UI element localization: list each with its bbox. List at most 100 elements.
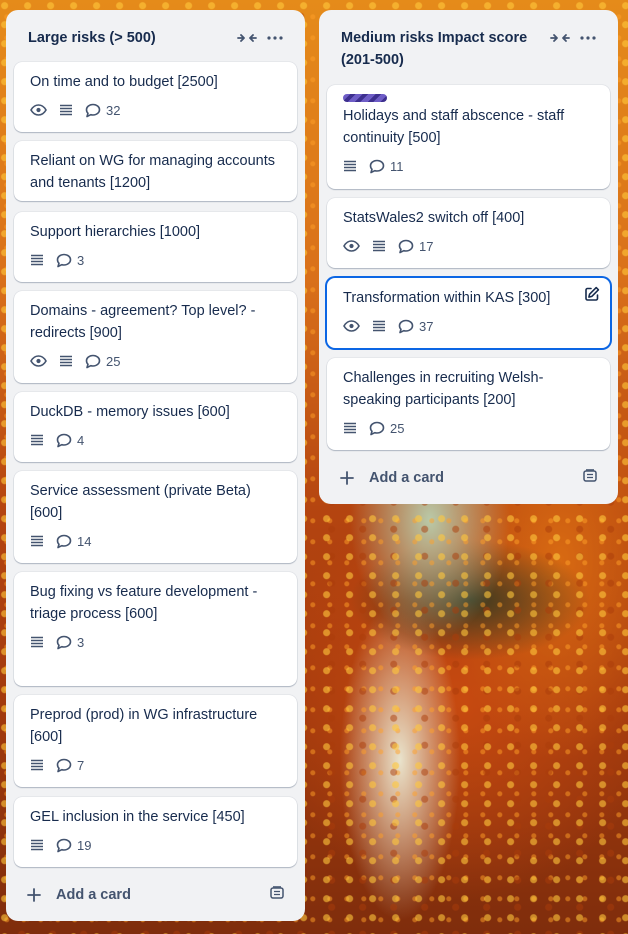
card-badges: 37	[343, 316, 594, 336]
card-badges: 11	[343, 156, 594, 176]
list-menu-icon[interactable]	[261, 24, 289, 52]
list-large-risks: Large risks (> 500) On time and to budge…	[6, 10, 305, 921]
comments-badge: 25	[369, 421, 404, 436]
card[interactable]: Holidays and staff abscence - staff cont…	[327, 85, 610, 189]
card[interactable]: GEL inclusion in the service [450] 19	[14, 797, 297, 867]
card[interactable]: Preprod (prod) in WG infrastructure [600…	[14, 695, 297, 787]
comment-bubble-icon	[56, 253, 72, 267]
comment-bubble-icon	[369, 159, 385, 173]
description-lines-icon	[343, 160, 357, 172]
description-lines-icon	[30, 759, 44, 771]
card-badges: 17	[343, 236, 594, 256]
comments-badge: 17	[398, 239, 433, 254]
card-badges: 19	[30, 835, 281, 855]
card[interactable]: DuckDB - memory issues [600] 4	[14, 392, 297, 462]
card-badges: 25	[30, 351, 281, 371]
comment-bubble-icon	[398, 239, 414, 253]
card[interactable]: Service assessment (private Beta) [600] …	[14, 471, 297, 563]
comment-count: 25	[390, 420, 405, 436]
card-title: Reliant on WG for managing accounts and …	[30, 153, 276, 191]
description-lines-icon	[343, 422, 357, 434]
collapse-list-icon[interactable]	[233, 24, 261, 52]
comments-badge: 37	[398, 319, 433, 334]
card-template-icon[interactable]	[269, 885, 285, 905]
description-lines-icon	[30, 839, 44, 851]
card-title: Bug fixing vs feature development - tria…	[30, 584, 258, 622]
watch-eye-icon	[30, 104, 47, 116]
comment-count: 3	[77, 252, 85, 268]
card[interactable]: Transformation within KAS [300] 37	[327, 278, 610, 348]
comment-count: 4	[77, 432, 85, 448]
comment-count: 19	[77, 837, 92, 853]
card-title: Challenges in recruiting Welsh-speaking …	[343, 370, 544, 408]
card[interactable]: On time and to budget [2500] 32	[14, 62, 297, 132]
comment-count: 25	[106, 353, 121, 369]
add-card-button[interactable]: Add a card	[327, 461, 610, 495]
card-template-icon[interactable]	[582, 468, 598, 488]
comments-badge: 32	[85, 103, 120, 118]
card[interactable]: Reliant on WG for managing accounts and …	[14, 141, 297, 201]
list-header: Medium risks Impact score (201-500)	[319, 10, 618, 71]
card[interactable]: StatsWales2 switch off [400] 17	[327, 198, 610, 268]
comment-bubble-icon	[56, 534, 72, 548]
card-badges: 14	[30, 531, 281, 551]
card-badges: 3	[30, 632, 281, 652]
comment-bubble-icon	[56, 758, 72, 772]
list-menu-icon[interactable]	[574, 24, 602, 52]
card-title: GEL inclusion in the service [450]	[30, 809, 245, 825]
card-badges: 25	[343, 418, 594, 438]
card-badges: 32	[30, 100, 281, 120]
card[interactable]: Domains - agreement? Top level? - redire…	[14, 291, 297, 383]
description-lines-icon	[372, 320, 386, 332]
card-label[interactable]	[343, 94, 387, 102]
board-canvas: Large risks (> 500) On time and to budge…	[0, 0, 628, 934]
description-lines-icon	[30, 636, 44, 648]
comments-badge: 3	[56, 253, 84, 268]
comments-badge: 11	[369, 159, 404, 174]
card-title: Holidays and staff abscence - staff cont…	[343, 108, 565, 146]
comment-bubble-icon	[369, 421, 385, 435]
card-title: Domains - agreement? Top level? - redire…	[30, 303, 256, 341]
list-title[interactable]: Medium risks Impact score (201-500)	[341, 27, 546, 71]
comment-count: 11	[390, 158, 404, 174]
comments-badge: 25	[85, 354, 120, 369]
comment-bubble-icon	[56, 838, 72, 852]
add-card-button[interactable]: Add a card	[14, 878, 297, 912]
card-title: StatsWales2 switch off [400]	[343, 210, 525, 226]
list-medium-risks: Medium risks Impact score (201-500) Holi…	[319, 10, 618, 504]
card-title: Preprod (prod) in WG infrastructure [600…	[30, 707, 258, 745]
comment-count: 32	[106, 102, 121, 118]
list-title[interactable]: Large risks (> 500)	[28, 27, 233, 49]
description-lines-icon	[59, 355, 73, 367]
description-lines-icon	[30, 434, 44, 446]
card-badges: 7	[30, 755, 281, 775]
description-lines-icon	[59, 104, 73, 116]
card-title: Transformation within KAS [300]	[343, 290, 551, 306]
comment-bubble-icon	[85, 103, 101, 117]
card[interactable]: Challenges in recruiting Welsh-speaking …	[327, 358, 610, 450]
card-title: Service assessment (private Beta) [600]	[30, 483, 251, 521]
plus-icon	[337, 471, 357, 485]
watch-eye-icon	[30, 355, 47, 367]
add-card-label: Add a card	[56, 887, 131, 903]
watch-eye-icon	[343, 240, 360, 252]
comment-count: 14	[77, 533, 92, 549]
card-badges: 4	[30, 430, 281, 450]
comments-badge: 7	[56, 758, 84, 773]
card-title: On time and to budget [2500]	[30, 74, 218, 90]
comment-bubble-icon	[56, 433, 72, 447]
collapse-list-icon[interactable]	[546, 24, 574, 52]
comment-bubble-icon	[85, 354, 101, 368]
card-title: Support hierarchies [1000]	[30, 224, 201, 240]
comment-count: 17	[419, 238, 434, 254]
add-card-label: Add a card	[369, 470, 444, 486]
card-badges: 3	[30, 250, 281, 270]
pencil-edit-icon[interactable]	[584, 286, 600, 307]
comments-badge: 4	[56, 433, 84, 448]
comment-bubble-icon	[398, 319, 414, 333]
description-lines-icon	[30, 254, 44, 266]
card[interactable]: Support hierarchies [1000] 3	[14, 212, 297, 282]
list-header: Large risks (> 500)	[6, 10, 305, 52]
comment-count: 7	[77, 757, 85, 773]
card[interactable]: Bug fixing vs feature development - tria…	[14, 572, 297, 686]
